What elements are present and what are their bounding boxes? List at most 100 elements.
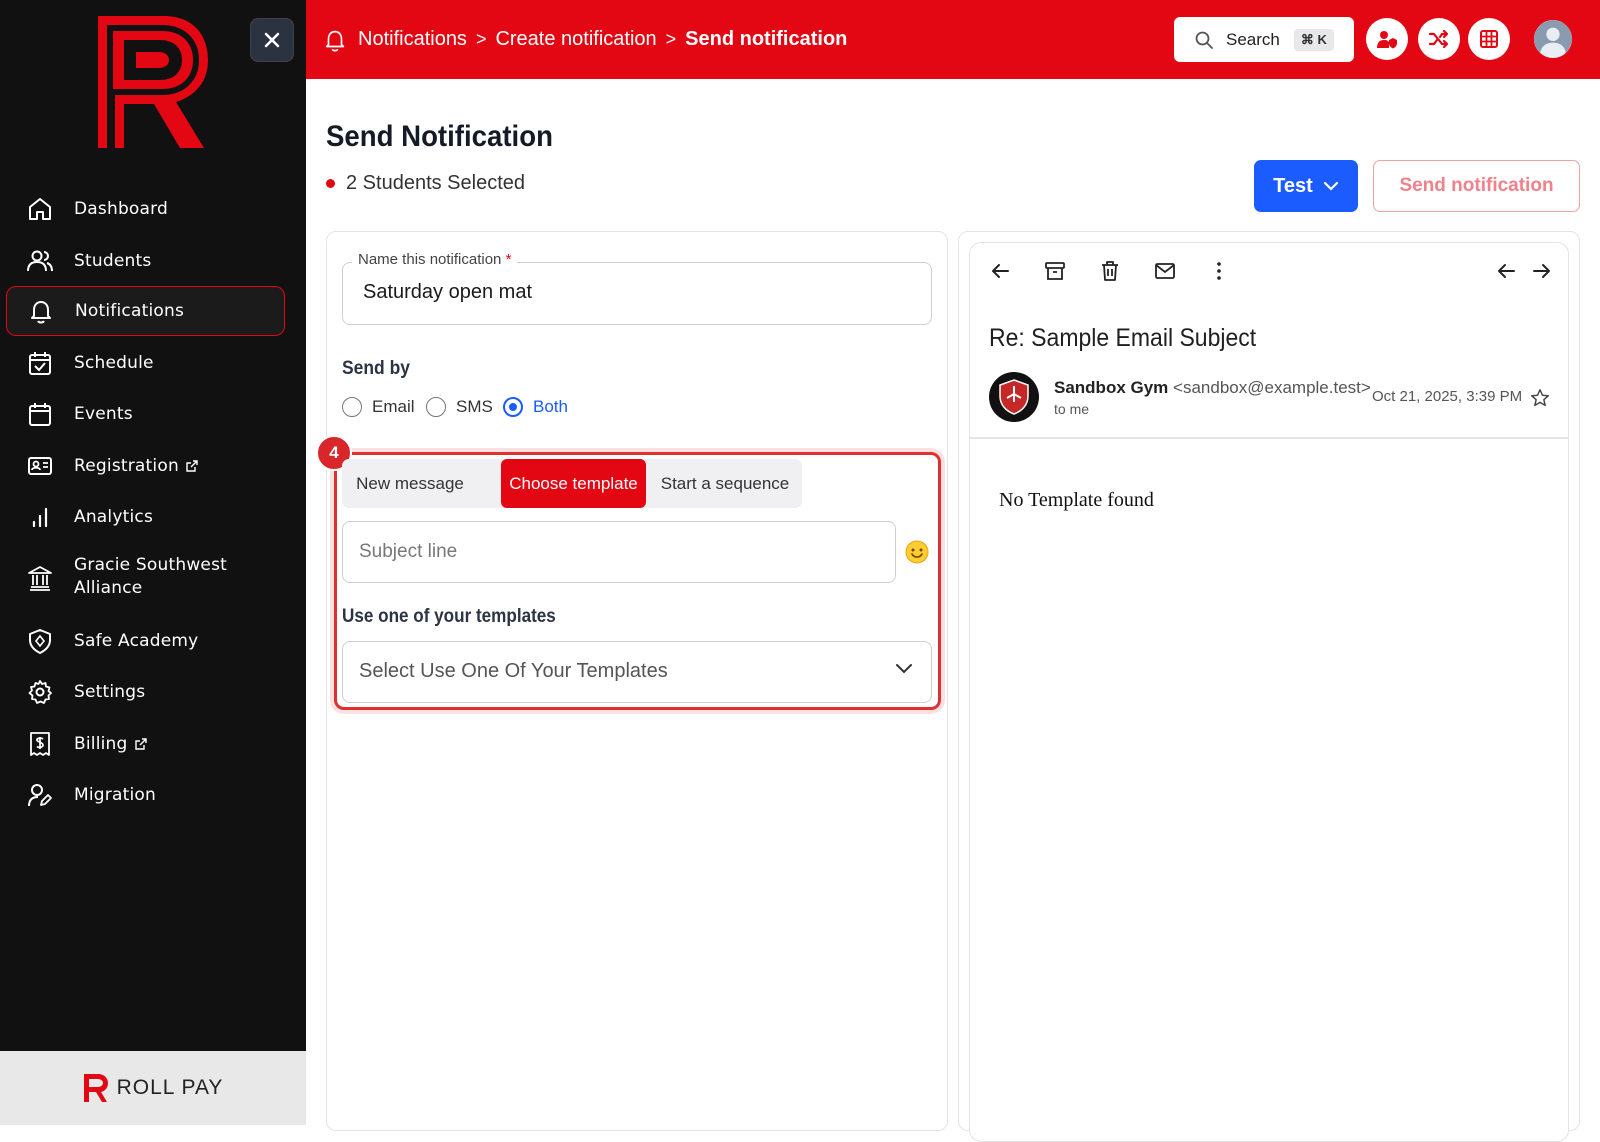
divider [970,437,1568,439]
calendar-check-icon [29,352,51,375]
sidebar-item-dashboard[interactable]: Dashboard [6,184,285,234]
more-vertical-icon[interactable] [1207,259,1231,283]
sidebar-item-label: Dashboard [74,198,169,219]
selected-count: 2 Students Selected [326,172,525,195]
sidebar-item-label: Settings [74,681,146,702]
users-icon [27,250,53,272]
tab-start-sequence[interactable]: Start a sequence [652,459,798,508]
sidebar-item-events[interactable]: Events [6,389,285,439]
templates-label: Use one of your templates [342,606,556,627]
bank-icon [28,566,52,591]
radio-circle-icon [426,397,446,417]
close-sidebar-button[interactable] [250,18,294,62]
status-dot-icon [326,179,335,188]
grid-button[interactable] [1468,18,1510,60]
shuffle-button[interactable] [1418,18,1460,60]
grid-icon [1480,30,1498,48]
tab-choose-template[interactable]: Choose template [501,459,646,508]
email-subject: Re: Sample Email Subject [989,324,1257,352]
sidebar-item-label: Events [74,403,133,424]
breadcrumb-separator-icon: > [475,29,487,49]
back-arrow-icon[interactable] [988,259,1012,283]
send-by-sms-radio[interactable]: SMS [426,397,493,417]
sidebar-item-billing[interactable]: Billing [6,719,285,769]
sender-line: Sandbox Gym <sandbox@example.test> [1054,378,1371,398]
bar-chart-icon [32,507,48,528]
email-date: Oct 21, 2025, 3:39 PM [1372,388,1523,405]
id-card-icon [28,457,52,475]
sidebar-item-label: Migration [74,784,156,805]
chevron-down-icon [1323,181,1338,191]
calendar-icon [29,403,51,426]
message-mode-tabs: New message Choose template Start a sequ… [342,459,802,508]
search-button[interactable]: Search ⌘ K [1174,17,1354,62]
subject-line-input[interactable]: Subject line [342,521,896,583]
sidebar-item-analytics[interactable]: Analytics [6,492,285,542]
selected-text: 2 Students Selected [346,172,526,194]
user-shield-button[interactable] [1366,18,1408,60]
gear-icon [28,680,52,704]
user-avatar[interactable] [1532,18,1574,60]
footer-brand: ROLL PAY [116,1076,224,1099]
radio-label: Both [533,397,568,416]
previous-arrow-icon[interactable] [1494,259,1518,283]
search-icon [1195,31,1213,49]
search-label: Search [1226,29,1280,49]
required-marker: * [505,251,512,268]
radio-label: SMS [456,397,493,416]
sender-email: <sandbox@example.test> [1173,378,1371,397]
send-by-email-radio[interactable]: Email [342,397,415,417]
sender-name: Sandbox Gym [1054,378,1169,397]
send-notification-button[interactable]: Send notification [1373,160,1580,212]
sidebar-item-migration[interactable]: Migration [6,770,285,820]
tab-new-message[interactable]: New message [342,459,478,508]
sidebar-footer: ROLL PAY [0,1051,306,1125]
radio-circle-icon [503,397,523,417]
breadcrumb-separator-icon: > [665,29,677,49]
top-bar: Notifications > Create notification > Se… [306,0,1600,79]
brand-logo[interactable] [96,12,211,152]
archive-icon[interactable] [1043,259,1067,283]
sidebar-item-settings[interactable]: Settings [6,667,285,717]
bell-icon [31,301,51,324]
notification-name-label: Name this notification * [352,251,518,268]
page-title: Send Notification [326,120,553,153]
breadcrumb: Notifications > Create notification > Se… [322,0,847,79]
send-by-both-radio[interactable]: Both [503,397,568,417]
external-link-icon [134,738,147,750]
sidebar-item-notifications[interactable]: Notifications [6,286,285,336]
sidebar-item-schedule[interactable]: Schedule [6,338,285,388]
recipient-line: to me [1054,401,1090,417]
chevron-down-icon [896,664,912,674]
sidebar-item-safe-academy[interactable]: Safe Academy [6,616,285,666]
rollpay-logo-icon [83,1074,108,1102]
shield-logo-icon [999,379,1029,415]
breadcrumb-create-notification[interactable]: Create notification [495,28,656,51]
next-arrow-icon[interactable] [1530,259,1554,283]
send-by-label: Send by [342,358,410,379]
sidebar-item-label: Students [74,250,152,271]
shuffle-icon [1428,29,1449,49]
breadcrumb-current: Send notification [685,28,848,50]
sidebar-item-label: Gracie Southwest Alliance [74,555,228,598]
star-icon[interactable] [1529,387,1551,409]
sidebar-item-gracie-southwest-alliance[interactable]: Gracie Southwest Alliance [6,542,285,612]
receipt-dollar-icon [30,732,50,756]
sidebar: Dashboard Students Notifications Schedul… [0,0,306,1125]
notification-name-input[interactable]: Saturday open mat [342,262,932,325]
emoji-icon[interactable] [905,540,929,564]
mail-icon[interactable] [1153,259,1177,283]
shield-icon [29,629,51,654]
radio-circle-icon [342,397,362,417]
sidebar-item-label: Registration [74,455,179,476]
template-select-value: Select Use One Of Your Templates [359,660,668,682]
trash-icon[interactable] [1098,259,1122,283]
breadcrumb-notifications[interactable]: Notifications [358,28,467,51]
test-button[interactable]: Test [1254,160,1358,212]
sidebar-item-registration[interactable]: Registration [6,441,285,491]
sender-avatar [989,372,1039,422]
sidebar-item-students[interactable]: Students [6,236,285,286]
bell-icon [325,30,345,52]
template-select[interactable]: Select Use One Of Your Templates [342,641,932,703]
notification-name-label-text: Name this notification [358,251,502,268]
